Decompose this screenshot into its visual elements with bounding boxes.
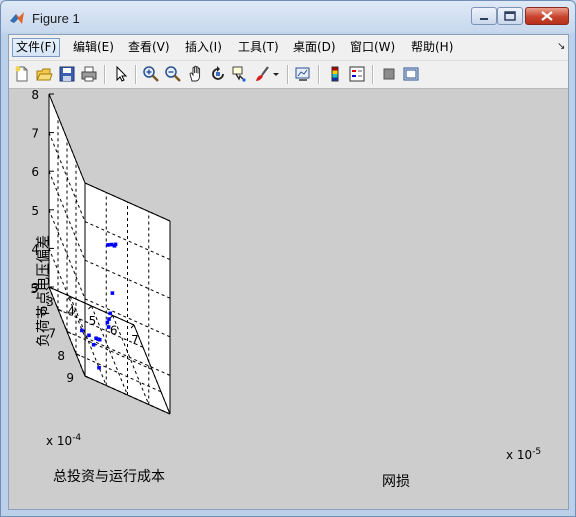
figure-window: Figure 1 文件(F) 编辑(E) 查看(V) 插入(I) 工具(T) 桌… [0,0,576,517]
toolbar-separator [318,65,320,84]
new-figure-icon[interactable] [13,65,31,83]
dropdown-arrow-icon[interactable] [271,65,281,83]
print-icon[interactable] [80,65,98,83]
zoom-in-icon[interactable] [142,65,160,83]
open-file-icon[interactable] [35,65,53,83]
data-point [108,311,113,316]
data-point [107,317,111,321]
title-bar[interactable]: Figure 1 [1,1,575,35]
x-tick-label: 7 [131,333,139,347]
data-point [106,243,110,247]
legend-icon[interactable] [348,65,366,83]
menu-insert[interactable]: 插入(I) [182,38,225,57]
y-tick-label: 8 [57,349,65,363]
menu-bar: 文件(F) 编辑(E) 查看(V) 插入(I) 工具(T) 桌面(D) 窗口(W… [9,35,568,61]
menu-tools[interactable]: 工具(T) [235,38,282,57]
figure-toolbar [9,61,568,89]
z-tick-label: 8 [31,89,39,102]
close-icon [541,11,553,21]
matlab-logo-icon [10,12,24,24]
menu-window[interactable]: 窗口(W) [347,38,398,57]
data-point [97,337,102,342]
data-point [87,333,91,338]
link-plot-icon[interactable] [294,65,312,83]
y-axis-label: 总投资与运行成本 [53,469,165,485]
menu-file[interactable]: 文件(F) [12,38,61,57]
hide-plot-tools-icon[interactable] [380,65,398,83]
menu-help[interactable]: 帮助(H) [408,38,456,57]
data-point [113,242,118,247]
data-point [97,365,101,370]
rotate-3d-icon[interactable] [209,65,227,83]
x-axis-label: 网损 [382,474,410,490]
toolbar-separator [135,65,137,84]
data-point [105,320,110,325]
menu-desktop[interactable]: 桌面(D) [290,38,339,57]
x-tick-label: 6 [110,324,118,338]
menu-overflow-icon[interactable]: ↘ [557,41,565,52]
x-tick-label: 4 [67,305,75,319]
y-tick-label: 9 [66,371,74,385]
toolbar-separator [287,65,289,84]
z-tick-label: 6 [31,165,39,179]
x-multiplier-label: x 10-5 [506,447,541,462]
toolbar-separator [372,65,374,84]
plot-area: 3 4 5 6 7 5 6 7 8 9 3 4 5 6 7 8 网损 总投资与运行成本 负荷节点电压偏差 x 10-5… [9,88,568,509]
scatter3d-chart[interactable]: 3456756789345678网损总投资与运行成本负荷节点电压偏差x 10-5… [9,88,568,509]
minimize-button[interactable] [471,7,497,25]
z-axis-label: 负荷节点电压偏差 [36,235,52,347]
pan-hand-icon[interactable] [187,65,205,83]
data-point [110,291,115,295]
maximize-button[interactable] [497,7,523,25]
data-point [80,328,84,333]
y-multiplier-label: x 10-4 [46,433,81,448]
maximize-icon [504,11,516,21]
menu-view[interactable]: 查看(V) [125,38,173,57]
save-icon[interactable] [58,65,76,83]
x-tick-label: 5 [89,314,97,328]
zoom-out-icon[interactable] [164,65,182,83]
brush-icon[interactable] [253,65,271,83]
z-tick-label: 5 [31,204,39,218]
figure-client-area: 文件(F) 编辑(E) 查看(V) 插入(I) 工具(T) 桌面(D) 窗口(W… [8,34,569,510]
data-point [91,342,96,347]
menu-edit[interactable]: 编辑(E) [70,38,117,57]
minimize-icon [480,18,488,20]
data-cursor-icon[interactable] [231,65,249,83]
data-point [106,325,111,329]
pointer-icon[interactable] [112,65,130,83]
close-button[interactable] [525,7,569,25]
z-tick-label: 7 [31,127,39,141]
toolbar-separator [104,65,106,84]
show-plot-tools-icon[interactable] [402,65,420,83]
colorbar-icon[interactable] [326,65,344,83]
window-title: Figure 1 [32,11,80,26]
